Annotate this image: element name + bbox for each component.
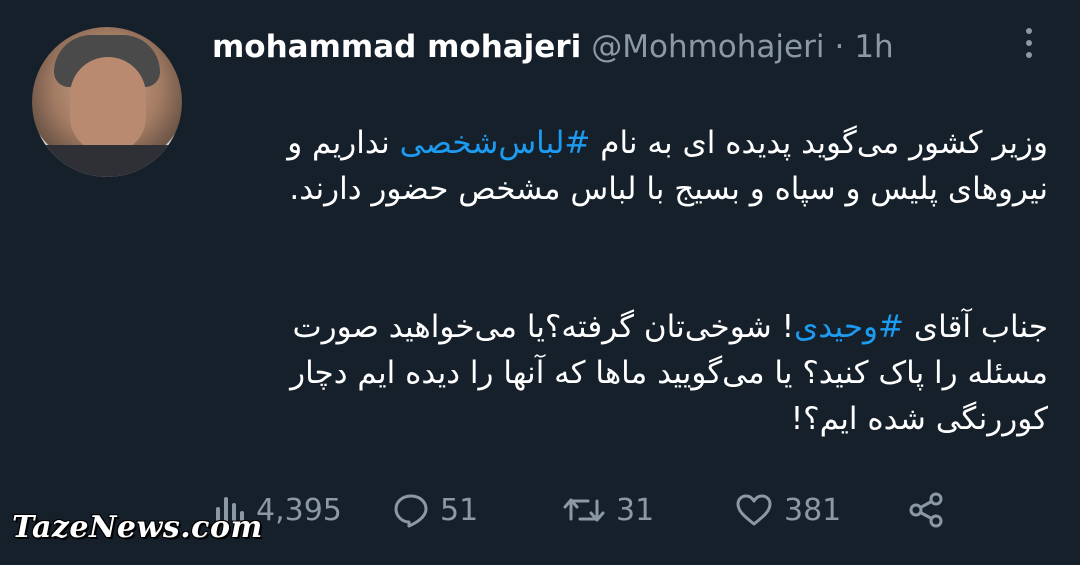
watermark-text: TazeNews.com <box>12 510 263 545</box>
author-handle[interactable]: @Mohmohajeri <box>591 29 824 65</box>
share-icon <box>909 492 943 528</box>
avatar[interactable] <box>32 27 182 177</box>
hashtag-link[interactable]: #وحیدی <box>794 309 904 345</box>
avatar-face <box>70 57 146 153</box>
header-separator: · <box>834 29 845 65</box>
author-name[interactable]: mohammad mohajeri <box>212 29 581 65</box>
share-button[interactable] <box>906 487 946 533</box>
tweet-text-segment: جناب آقای <box>904 309 1048 345</box>
retweet-button[interactable]: 31 <box>562 487 654 533</box>
tweet-paragraph-1: وزیر کشور می‌گوید پدیده ای به نام #لباس‌… <box>212 120 1048 212</box>
more-vertical-icon[interactable] <box>1024 28 1034 58</box>
like-count: 381 <box>784 492 842 528</box>
heart-icon <box>736 494 772 526</box>
hashtag-link[interactable]: #لباس‌شخصی <box>400 125 591 161</box>
reply-bubble-icon <box>394 494 428 528</box>
retweet-count: 31 <box>616 492 655 528</box>
reply-count: 51 <box>440 492 479 528</box>
tweet-actions: 4,395 51 31 381 <box>212 487 972 533</box>
tweet-paragraph-2: جناب آقای #وحیدی! شوخی‌تان گرفته؟یا می‌خ… <box>212 304 1048 442</box>
tweet-text: وزیر کشور می‌گوید پدیده ای به نام #لباس‌… <box>212 74 1048 488</box>
like-button[interactable]: 381 <box>734 487 841 533</box>
tweet-time[interactable]: 1h <box>854 29 893 65</box>
tweet-header: mohammad mohajeri @Mohmohajeri · 1h <box>212 26 1050 68</box>
views-count: 4,395 <box>256 492 342 528</box>
retweet-icon <box>563 498 605 522</box>
tweet-text-segment: وزیر کشور می‌گوید پدیده ای به نام <box>590 125 1048 161</box>
avatar-suit <box>32 145 182 177</box>
reply-button[interactable]: 51 <box>392 487 478 533</box>
